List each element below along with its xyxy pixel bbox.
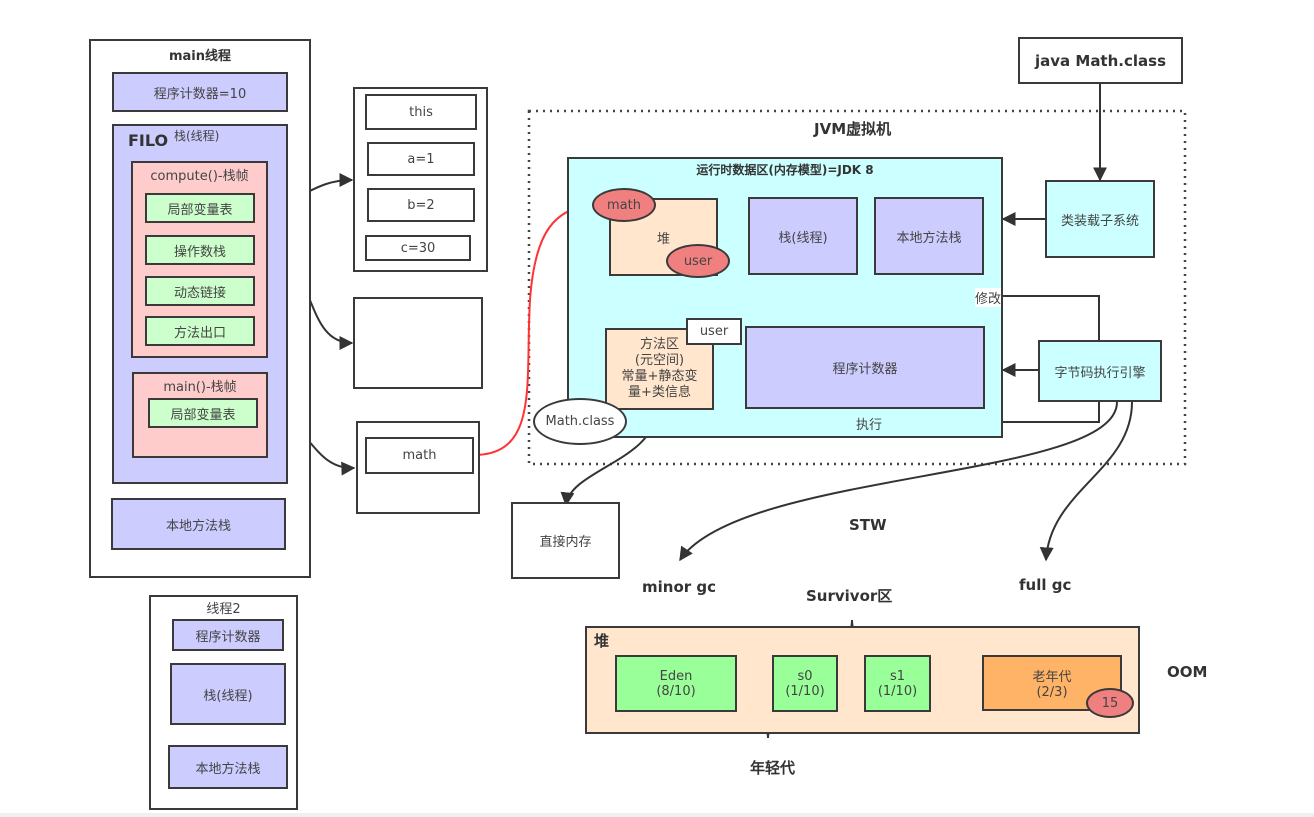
- item-label: 堆: [656, 231, 670, 247]
- item-label: math: [402, 448, 437, 463]
- runtime-area-title: 运行时数据区(内存模型)=JDK 8: [696, 163, 874, 177]
- item-label: 栈(线程): [203, 688, 253, 704]
- item-label: 本地方法栈: [896, 230, 962, 246]
- class-file-box: java Math.class: [1018, 37, 1183, 84]
- main-pc-label: 程序计数器=10: [153, 86, 247, 102]
- main-native-stack: 本地方法栈: [111, 498, 286, 550]
- compute-local-vars: 局部变量表: [145, 193, 255, 223]
- item-label: 操作数栈: [173, 244, 226, 260]
- item-label: (2/3): [1036, 685, 1068, 700]
- item-label: b=2: [407, 197, 435, 213]
- thread2-native-stack: 本地方法栈: [168, 745, 288, 789]
- survivor-s1: s1 (1/10): [864, 655, 931, 712]
- compute-dynamic-link: 动态链接: [145, 276, 255, 306]
- oom-label: OOM: [1167, 663, 1208, 681]
- main-pc: 程序计数器=10: [112, 72, 288, 112]
- user-class-tag: user: [686, 318, 742, 345]
- item-label: 方法区: [639, 337, 679, 352]
- item-label: 方法出口: [173, 325, 226, 341]
- item-label: 动态链接: [173, 285, 226, 301]
- young-gen-label: 年轻代: [750, 759, 796, 777]
- direct-memory: 直接内存: [511, 502, 620, 579]
- item-label: 程序计数器: [195, 629, 261, 645]
- item-label: 程序计数器: [832, 362, 898, 377]
- item-label: user: [683, 253, 713, 269]
- item-label: math: [607, 197, 641, 213]
- item-label: this: [409, 104, 433, 120]
- item-label: 本地方法栈: [195, 761, 261, 777]
- bottom-scroll-strip: [0, 813, 1314, 817]
- item-label: a=1: [407, 151, 435, 167]
- thread2-title: 线程2: [206, 602, 241, 617]
- compute-operand-stack: 操作数栈: [145, 235, 255, 265]
- exec-engine: 字节码执行引擎: [1038, 340, 1162, 402]
- item-label: s1: [889, 668, 906, 684]
- local-b: b=2: [367, 188, 475, 222]
- class-file-label: java Math.class: [1035, 51, 1166, 70]
- compute-frame-title: compute()-栈帧: [150, 169, 249, 184]
- local-math: math: [365, 437, 474, 474]
- item-label: Math.class: [545, 414, 615, 429]
- main-stack-label: 栈(线程): [174, 129, 220, 143]
- local-this: this: [365, 94, 477, 130]
- thread2-stack: 栈(线程): [170, 663, 286, 725]
- item-label: 栈(线程): [778, 230, 828, 246]
- item-label: c=30: [400, 240, 436, 256]
- stw-label: STW: [849, 516, 887, 534]
- jvm-stack: 栈(线程): [748, 197, 858, 275]
- item-label: 量+类信息: [628, 385, 691, 400]
- item-label: user: [699, 324, 729, 339]
- edge-full-gc: [1039, 401, 1133, 562]
- operand-stack-box: [353, 297, 483, 389]
- item-label: 字节码执行引擎: [1054, 365, 1146, 381]
- survivor-s0: s0 (1/10): [772, 655, 838, 712]
- item-label: Eden: [659, 668, 693, 684]
- class-loader: 类装载子系统: [1045, 180, 1155, 258]
- thread2-pc: 程序计数器: [172, 619, 284, 651]
- gc-heap-title: 堆: [594, 632, 610, 650]
- main-local-vars: 局部变量表: [148, 398, 258, 428]
- main-frame-title: main()-栈帧: [163, 380, 237, 395]
- local-c: c=30: [365, 235, 471, 261]
- edge-label-execute: 执行: [856, 414, 883, 433]
- item-label: (8/10): [656, 683, 696, 699]
- item-label: 类装载子系统: [1060, 213, 1139, 229]
- item-label: 局部变量表: [170, 407, 236, 423]
- full-gc-label: full gc: [1019, 576, 1072, 594]
- item-label: 局部变量表: [167, 202, 233, 218]
- edge-label-modify: 修改: [975, 288, 1002, 307]
- jvm-native-stack: 本地方法栈: [874, 197, 984, 275]
- compute-return-address: 方法出口: [145, 316, 255, 346]
- item-label: 15: [1101, 695, 1119, 711]
- item-label: 老年代: [1032, 670, 1072, 685]
- minor-gc-label: minor gc: [642, 578, 717, 596]
- jvm-title: JVM虚拟机: [814, 120, 892, 138]
- item-label: 本地方法栈: [165, 518, 231, 534]
- local-a: a=1: [367, 142, 475, 176]
- item-label: (1/10): [877, 683, 918, 699]
- main-thread-title: main线程: [168, 49, 232, 64]
- math-class-node: Math.class: [533, 398, 627, 445]
- item-label: (元空间): [634, 353, 685, 368]
- item-label: 常量+静态变: [621, 369, 698, 384]
- heap-object-user: user: [666, 244, 730, 278]
- eden-space: Eden (8/10): [615, 655, 737, 712]
- item-label: 直接内存: [539, 535, 592, 550]
- item-label: s0: [797, 668, 813, 684]
- age-threshold-badge: 15: [1086, 688, 1134, 718]
- filo-label: FILO: [128, 131, 169, 150]
- survivor-label: Survivor区: [806, 587, 893, 605]
- item-label: (1/10): [785, 683, 825, 699]
- heap-object-math: math: [592, 188, 656, 222]
- jvm-pc: 程序计数器: [745, 326, 985, 409]
